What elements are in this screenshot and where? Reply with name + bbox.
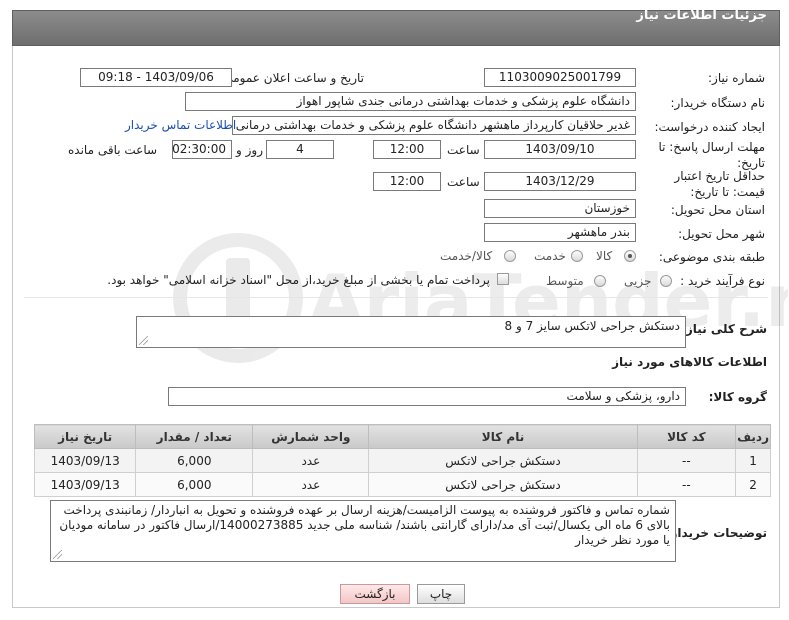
announce-datetime-field: 1403/09/06 - 09:18 [80,68,232,87]
treasury-bonds-text: پرداخت تمام یا بخشی از مبلغ خرید،از محل … [107,273,490,287]
category-service-label: خدمت [534,249,566,263]
reply-deadline-date-field: 1403/09/10 [484,140,636,159]
goods-section-title: اطلاعات کالاهای مورد نیاز [612,355,767,369]
table-row: 1 -- دستکش جراحی لاتکس عدد 6,000 1403/09… [33,448,771,473]
item-code: -- [636,448,737,473]
general-desc-textarea: دستکش جراحی لاتکس سایز 7 و 8 [136,316,686,348]
item-name: دستکش جراحی لاتکس [368,472,638,497]
general-desc-label: شرح کلی نیاز: [681,322,767,336]
need-number-field: 1103009025001799 [484,68,636,87]
delivery-city-label: شهر محل تحویل: [678,227,765,241]
page-title: جزئیات اطلاعات نیاز [636,8,767,23]
purchase-medium-radio[interactable] [594,275,606,287]
col-item-code: کد کالا [636,424,737,449]
delivery-province-label: استان محل تحویل: [670,203,765,217]
reply-deadline-time-field: 12:00 [373,140,441,159]
price-validity-date-field: 1403/12/29 [484,172,636,191]
remaining-time-field: 02:30:00 [172,140,232,159]
remaining-days-field: 4 [266,140,334,159]
general-desc-text: دستکش جراحی لاتکس سایز 7 و 8 [504,319,681,333]
buyer-notes-label: توضیحات خریدار: [665,526,767,540]
purchase-minor-label: جزیی [624,274,652,288]
table-row: 2 -- دستکش جراحی لاتکس عدد 6,000 1403/09… [33,472,771,497]
row-number: 1 [735,448,771,473]
remaining-days-label: روز و [236,143,263,157]
goods-group-label: گروه کالا: [708,390,767,404]
purchase-medium-label: متوسط [546,274,584,288]
item-quantity: 6,000 [135,448,254,473]
row-number: 2 [735,472,771,497]
announce-datetime-label: تاریخ و ساعت اعلان عمومی: [219,71,364,85]
table-header-row: ردیف کد کالا نام کالا واحد شمارش تعداد /… [33,424,771,449]
item-need-date: 1403/09/13 [33,448,137,473]
buyer-org-label: نام دستگاه خریدار: [670,96,766,110]
reply-deadline-label: مهلت ارسال پاسخ: تا تاریخ: [658,140,765,170]
goods-group-field: دارو، پزشکی و سلامت [168,387,686,406]
category-goods-service-radio[interactable] [504,250,516,262]
price-validity-label: حداقل تاریخ اعتبار قیمت: تا تاریخ: [674,169,765,199]
reply-deadline-time-label: ساعت [447,143,480,157]
category-goods-radio[interactable] [624,250,636,262]
resize-grip-icon[interactable] [53,550,62,559]
item-need-date: 1403/09/13 [33,472,137,497]
goods-table: ردیف کد کالا نام کالا واحد شمارش تعداد /… [33,424,771,497]
buyer-contact-link[interactable]: اطلاعات تماس خریدار [125,118,236,132]
col-unit: واحد شمارش [252,424,370,449]
price-validity-time-field: 12:00 [373,172,441,191]
need-number-label: شماره نیاز: [708,71,765,85]
buyer-notes-text: شماره تماس و فاکتور فروشنده به پیوست الز… [59,503,670,547]
delivery-city-field: بندر ماهشهر [484,223,636,242]
treasury-bonds-checkbox[interactable] [497,273,509,285]
col-row-number: ردیف [735,424,771,449]
col-quantity: تعداد / مقدار [135,424,254,449]
item-unit: عدد [252,448,370,473]
purchase-type-label: نوع فرآیند خرید : [680,274,765,288]
item-name: دستکش جراحی لاتکس [368,448,638,473]
resize-grip-icon[interactable] [139,336,148,345]
price-validity-time-label: ساعت [447,175,480,189]
category-service-radio[interactable] [571,250,583,262]
item-quantity: 6,000 [135,472,254,497]
buyer-org-field: دانشگاه علوم پزشکی و خدمات بهداشتی درمان… [185,92,636,111]
category-label: طبقه بندی موضوعی: [658,250,765,264]
remaining-time-label: ساعت باقی مانده [68,143,158,157]
category-goods-label: کالا [596,249,613,263]
purchase-minor-radio[interactable] [660,275,672,287]
item-code: -- [636,472,737,497]
requester-label: ایجاد کننده درخواست: [654,120,765,134]
item-unit: عدد [252,472,370,497]
back-button[interactable]: بازگشت [340,584,410,604]
divider [24,297,768,298]
col-item-name: نام کالا [368,424,638,449]
delivery-province-field: خوزستان [484,199,636,218]
buyer-notes-textarea: شماره تماس و فاکتور فروشنده به پیوست الز… [50,500,676,562]
requester-field: غدیر حلاقیان کارپرداز ماهشهر دانشگاه علو… [232,116,636,135]
category-goods-service-label: کالا/خدمت [440,249,493,263]
col-need-date: تاریخ نیاز [33,424,137,449]
print-button[interactable]: چاپ [417,584,465,604]
